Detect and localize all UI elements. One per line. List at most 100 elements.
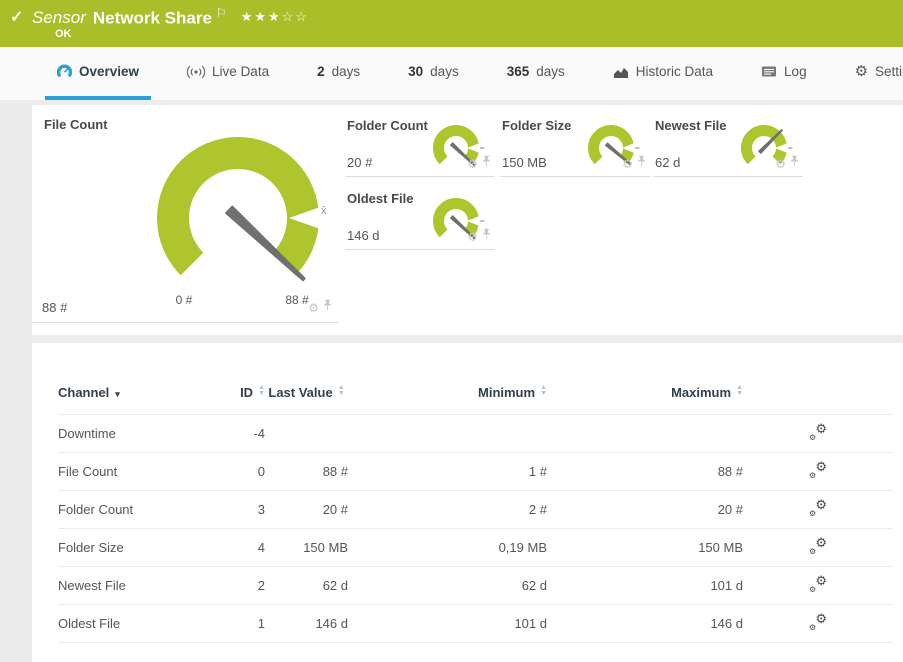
channel-id: 2: [218, 567, 265, 605]
channel-id: 0: [218, 453, 265, 491]
sort-icon: ▲▼: [540, 385, 547, 397]
channel-maximum: 101 d: [547, 567, 743, 605]
column-header-minimum[interactable]: Minimum▲▼: [348, 379, 547, 415]
channel-gear-icon[interactable]: ⚙: [467, 231, 478, 243]
channel-id: -4: [218, 415, 265, 453]
channel-maximum: 88 #: [547, 453, 743, 491]
tab-2-days-number: 2: [317, 64, 325, 79]
live-data-icon: [187, 65, 205, 79]
pin-icon[interactable]: [637, 155, 646, 173]
channel-minimum: 2 #: [348, 491, 547, 529]
gauge-current-value: 146 d: [347, 228, 380, 243]
column-header-id-label: ID: [240, 385, 253, 400]
channel-gear-icon[interactable]: ⚙: [775, 158, 786, 170]
sort-icon: ▲▼: [338, 385, 345, 397]
gauge-current-value: 88 #: [42, 300, 67, 315]
channel-gear-icon[interactable]: ⚙: [308, 302, 319, 314]
channel-last-value: 88 #: [265, 453, 348, 491]
gauge-current-value: 20 #: [347, 155, 372, 170]
gauge-tile-oldest-file: Oldest File 146 d ⚙: [345, 184, 495, 250]
channel-gear-icon[interactable]: ⚙: [622, 158, 633, 170]
channel-name[interactable]: Newest File: [58, 567, 218, 605]
channel-minimum: 1 #: [348, 453, 547, 491]
channel-id: 3: [218, 491, 265, 529]
tab-settings[interactable]: ⚙ Settings: [843, 47, 903, 100]
tab-log-label: Log: [784, 64, 807, 79]
column-header-last-value-label: Last Value: [268, 385, 332, 400]
gauge-tile-file-count: File Count x̄ 0 # 88 # 88 # ⚙: [32, 105, 338, 323]
file-count-gauge: [138, 118, 338, 318]
sort-icon: ▲▼: [736, 385, 743, 397]
gauge-tools: ⚙: [622, 155, 646, 173]
gauge-icon: [57, 64, 72, 79]
gauge-tile-newest-file: Newest File 62 d ⚙: [653, 111, 803, 177]
column-header-last-value[interactable]: Last Value ▲▼: [265, 379, 348, 415]
stars-empty-icon[interactable]: ☆☆: [282, 9, 309, 24]
tab-2-days-label: days: [332, 64, 361, 79]
stars-filled-icon[interactable]: ★★★: [241, 9, 282, 24]
tab-2-days[interactable]: 2 days: [305, 47, 372, 100]
column-header-maximum[interactable]: Maximum▲▼: [547, 379, 743, 415]
channel-id: 4: [218, 529, 265, 567]
settings-gear-icon: ⚙: [855, 64, 868, 79]
channel-settings-icon[interactable]: ⚙⚙: [809, 462, 827, 478]
channel-name[interactable]: File Count: [58, 453, 218, 491]
historic-chart-icon: [613, 65, 629, 79]
tab-30-days-label: days: [430, 64, 459, 79]
priority-stars[interactable]: ★★★☆☆: [241, 9, 309, 24]
table-row-oldest-file: Oldest File 1 146 d 101 d 146 d ⚙⚙: [58, 605, 893, 643]
tab-settings-label: Settings: [875, 64, 903, 79]
channel-minimum: 0,19 MB: [348, 529, 547, 567]
channel-maximum: 20 #: [547, 491, 743, 529]
channel-gear-icon[interactable]: ⚙: [467, 158, 478, 170]
channel-name[interactable]: Oldest File: [58, 605, 218, 643]
channel-last-value: 146 d: [265, 605, 348, 643]
gauge-title: Folder Count: [347, 118, 428, 133]
column-header-channel-label: Channel: [58, 385, 109, 400]
table-row-downtime: Downtime -4 ⚙⚙: [58, 415, 893, 453]
channel-table: Channel▾ ID▲▼ Last Value▲▼ Minimum▲▼ Max…: [58, 379, 893, 643]
tab-30-days-number: 30: [408, 64, 423, 79]
channel-name[interactable]: Folder Count: [58, 491, 218, 529]
pin-icon[interactable]: [482, 155, 491, 173]
channel-name[interactable]: Folder Size: [58, 529, 218, 567]
gauges-panel: File Count x̄ 0 # 88 # 88 # ⚙ Folder Cou…: [32, 105, 903, 335]
tab-365-days[interactable]: 365 days: [495, 47, 577, 100]
column-header-id[interactable]: ID▲▼: [218, 379, 265, 415]
channel-settings-icon[interactable]: ⚙⚙: [809, 538, 827, 554]
flag-icon[interactable]: ⚐: [216, 6, 227, 20]
tab-overview-label: Overview: [79, 64, 139, 79]
tab-overview[interactable]: Overview: [45, 47, 151, 100]
status-badge: OK: [55, 28, 72, 40]
tab-30-days[interactable]: 30 days: [396, 47, 471, 100]
channel-maximum: [547, 415, 743, 453]
channel-maximum: 146 d: [547, 605, 743, 643]
pin-icon[interactable]: [323, 299, 332, 317]
sort-desc-icon: ▾: [115, 389, 120, 399]
channel-maximum: 150 MB: [547, 529, 743, 567]
channel-minimum: [348, 415, 547, 453]
gauge-tools: ⚙: [308, 299, 332, 317]
gauge-title: File Count: [44, 117, 108, 132]
tab-live-data-label: Live Data: [212, 64, 269, 79]
channel-name[interactable]: Downtime: [58, 415, 218, 453]
pin-icon[interactable]: [790, 155, 799, 173]
tab-historic-data-label: Historic Data: [636, 64, 713, 79]
channel-last-value: [265, 415, 348, 453]
tab-log[interactable]: Log: [749, 47, 819, 100]
channel-settings-icon[interactable]: ⚙⚙: [809, 576, 827, 592]
channel-settings-icon[interactable]: ⚙⚙: [809, 424, 827, 440]
column-header-channel[interactable]: Channel ▾: [58, 379, 218, 415]
tab-365-days-label: days: [536, 64, 565, 79]
channel-settings-icon[interactable]: ⚙⚙: [809, 614, 827, 630]
tab-365-days-number: 365: [507, 64, 530, 79]
channel-minimum: 101 d: [348, 605, 547, 643]
channel-settings-icon[interactable]: ⚙⚙: [809, 500, 827, 516]
gauge-current-value: 150 MB: [502, 155, 547, 170]
gauge-title: Oldest File: [347, 191, 413, 206]
pin-icon[interactable]: [482, 228, 491, 246]
tab-live-data[interactable]: Live Data: [175, 47, 281, 100]
gauge-title: Folder Size: [502, 118, 571, 133]
tab-historic-data[interactable]: Historic Data: [601, 47, 725, 100]
channel-last-value: 150 MB: [265, 529, 348, 567]
